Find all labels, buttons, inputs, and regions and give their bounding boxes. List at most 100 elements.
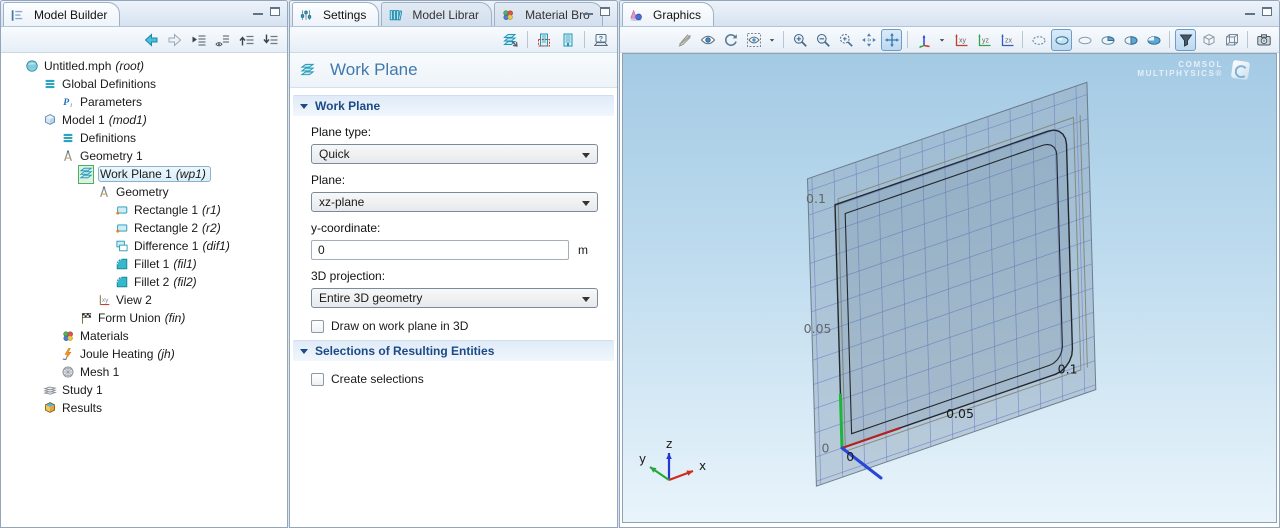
dashed-ellipsoid-button[interactable] [1028,29,1049,51]
study-icon [43,383,57,397]
back-arrow-icon [143,32,159,48]
maximize-icon[interactable] [600,7,610,16]
minimize-icon[interactable] [1245,7,1255,16]
y-coordinate-input[interactable]: 0 [311,240,569,260]
half-ellipsoid-button[interactable] [1120,29,1141,51]
flat-ellipsoid-icon [1077,32,1093,48]
tree-item-materials[interactable]: Materials [1,327,287,345]
toolbar-separator [584,31,585,48]
create-selections-checkbox[interactable] [311,373,324,386]
projection-select[interactable]: Entire 3D geometry [311,288,598,308]
tab-model-builder[interactable]: Model Builder [3,2,120,26]
ellipsoid-button[interactable] [1051,29,1072,51]
chevron-down-button[interactable] [936,29,948,51]
tree-item-joule-heating[interactable]: Joule Heating(jh) [1,345,287,363]
zx-view-button[interactable]: zx [996,29,1017,51]
tree-item-view-2[interactable]: xyView 2 [1,291,287,309]
results-icon [43,401,57,415]
build-selected-button[interactable] [533,29,555,51]
camera-icon [1256,32,1272,48]
dashed-eye-button[interactable] [743,29,764,51]
graphics-canvas[interactable]: 00.050.100.050.1zxy COMSOL MULTIPHYSICS® [622,53,1277,523]
axis-triad-button[interactable] [913,29,934,51]
logo-line2: MULTIPHYSICS® [1137,70,1223,79]
eye-button[interactable] [697,29,718,51]
chevron-down-icon [582,297,590,302]
y-tick-label: 0.1 [806,191,826,206]
tree-item-fillet-1[interactable]: Fillet 1(fil1) [1,255,287,273]
minimize-icon[interactable] [583,7,593,16]
tree-item-label: Rectangle 1 [134,203,198,217]
tree-item-work-plane-1[interactable]: Work Plane 1(wp1) [1,165,287,183]
zoom-out-icon [815,32,831,48]
three-quarter-ellipsoid-button[interactable] [1143,29,1164,51]
collapse-tree-button[interactable] [188,29,210,51]
tree-item-form-union[interactable]: Form Union(fin) [1,309,287,327]
help-button[interactable]: ? [590,29,612,51]
section-selections[interactable]: Selections of Resulting Entities [293,340,614,361]
tab-settings[interactable]: Settings [292,2,379,26]
tree-item-results[interactable]: Results [1,399,287,417]
triad-z-label: z [666,437,672,451]
svg-text:i: i [70,103,72,109]
zoom-box-button[interactable] [835,29,856,51]
flat-ellipsoid-button[interactable] [1074,29,1095,51]
camera-button[interactable] [1253,29,1274,51]
forward-arrow-button[interactable] [164,29,186,51]
move-down-button[interactable] [260,29,282,51]
tree-item-fillet-2[interactable]: Fillet 2(fil2) [1,273,287,291]
move-down-icon [263,32,279,48]
minimize-icon[interactable] [253,7,263,16]
cone-button[interactable] [1175,29,1196,51]
rotate-arrow-button[interactable] [720,29,741,51]
build-all-button[interactable] [557,29,579,51]
maximize-icon[interactable] [1262,7,1272,16]
axis-triad-icon [916,32,932,48]
tab-label: Material Bro [525,8,590,22]
tree-item-label: Fillet 1 [134,257,169,271]
zoom-in-button[interactable] [789,29,810,51]
tree-item-geometry-1[interactable]: Geometry 1 [1,147,287,165]
tree-item-rectangle-2[interactable]: Rectangle 2(r2) [1,219,287,237]
move-up-button[interactable] [236,29,258,51]
yz-view-button[interactable]: yz [973,29,994,51]
tree-item-parameters[interactable]: PiParameters [1,93,287,111]
cube-button[interactable] [1198,29,1219,51]
tree-item-mesh-1[interactable]: Mesh 1 [1,363,287,381]
pan-arrows-button[interactable] [881,29,902,51]
quarter-ellipsoid-button[interactable] [1097,29,1118,51]
tree-item-geometry[interactable]: Geometry [1,183,287,201]
section-work-plane[interactable]: Work Plane [293,95,614,116]
back-arrow-button[interactable] [140,29,162,51]
tree-item-difference-1[interactable]: Difference 1(dif1) [1,237,287,255]
tree-item-model-1[interactable]: Model 1(mod1) [1,111,287,129]
plane-type-select[interactable]: Quick [311,144,598,164]
build-workplane-button[interactable] [500,29,522,51]
difference-icon [115,239,129,253]
graphics-tabbar: Graphics [620,1,1279,27]
tree-item-label: Definitions [80,131,136,145]
svg-text:zx: zx [1005,37,1013,44]
tab-model-librar[interactable]: Model Librar [381,2,492,26]
quarter-ellipsoid-icon [1100,32,1116,48]
create-selections-label: Create selections [331,372,424,386]
zoom-extents-button[interactable] [858,29,879,51]
tree-item-tag: (dif1) [202,239,229,253]
xy-view-button[interactable]: xy [950,29,971,51]
tree-item-definitions[interactable]: Definitions [1,129,287,147]
graphics-title: Graphics [653,8,701,22]
show-tree-button[interactable] [212,29,234,51]
zoom-out-button[interactable] [812,29,833,51]
draw-on-work-plane-checkbox[interactable] [311,320,324,333]
wireframe-cube-button[interactable] [1221,29,1242,51]
chevron-down-button[interactable] [766,29,778,51]
tree-item-study-1[interactable]: Study 1 [1,381,287,399]
tree-item-untitled-mph[interactable]: Untitled.mph(root) [1,57,287,75]
maximize-icon[interactable] [270,7,280,16]
tab-graphics[interactable]: Graphics [622,2,714,26]
tree-item-global-definitions[interactable]: Global Definitions [1,75,287,93]
tree-item-rectangle-1[interactable]: Rectangle 1(r1) [1,201,287,219]
triad-y-label: y [639,452,646,466]
plane-select[interactable]: xz-plane [311,192,598,212]
slashed-pencil-button[interactable] [674,29,695,51]
